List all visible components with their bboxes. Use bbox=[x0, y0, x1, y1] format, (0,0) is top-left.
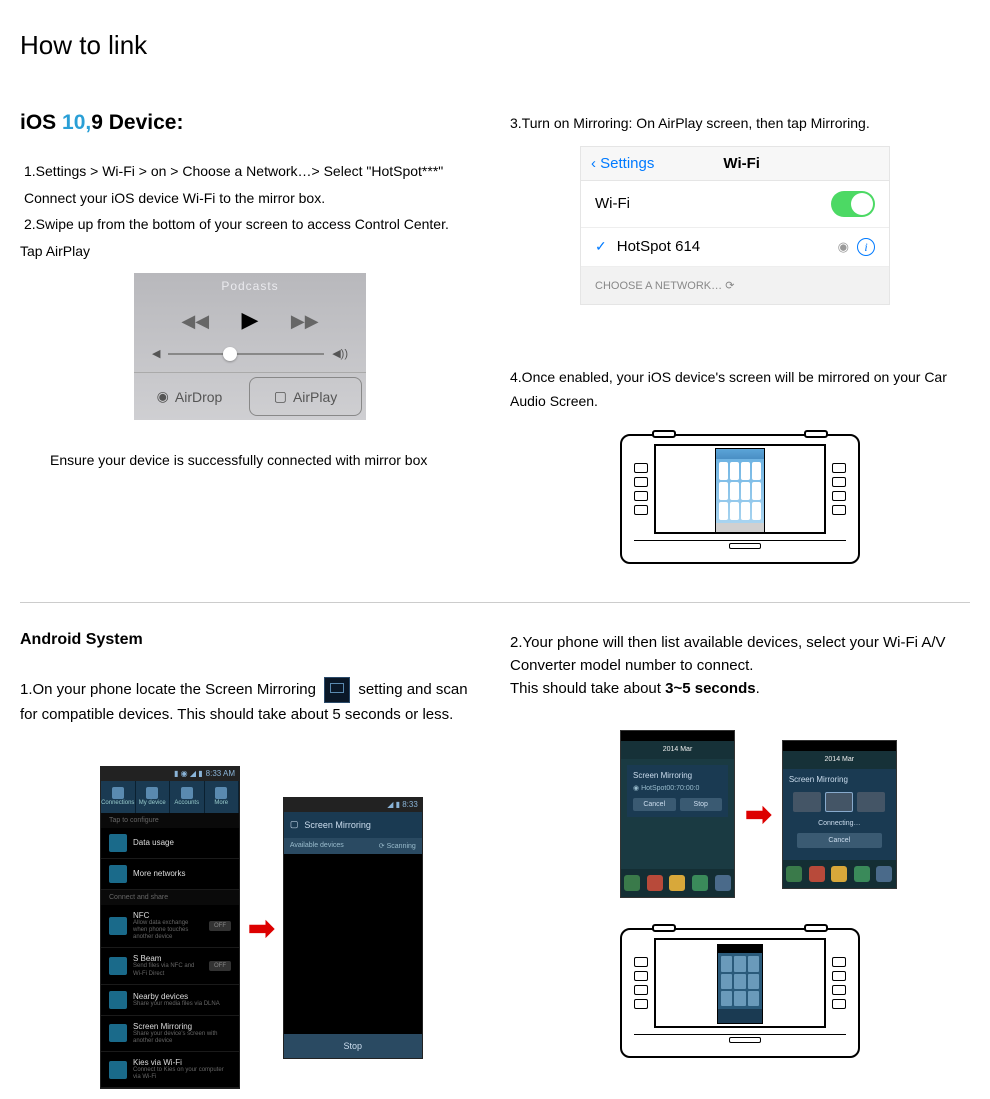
car-audio-unit-android bbox=[620, 928, 860, 1058]
volume-low-icon: ◀ bbox=[152, 347, 160, 360]
list-item: Data usage bbox=[101, 828, 239, 859]
cancel-button[interactable]: Cancel bbox=[797, 833, 882, 848]
car-left-buttons bbox=[634, 463, 648, 515]
car-right-buttons bbox=[832, 463, 846, 515]
airdrop-button[interactable]: ◉AirDrop bbox=[134, 373, 245, 420]
spinner-icon: ⟳ bbox=[725, 280, 734, 292]
wifi-toggle-icon[interactable] bbox=[831, 191, 875, 217]
ios-step-2: 2.Swipe up from the bottom of your scree… bbox=[20, 212, 480, 237]
stop-button[interactable]: Stop bbox=[284, 1034, 422, 1058]
android-home-screenshot-2: 2014 Mar Screen Mirroring Connecting… Ca… bbox=[782, 740, 897, 889]
check-icon: ✓ bbox=[595, 238, 607, 255]
choose-network-label: CHOOSE A NETWORK… ⟳ bbox=[581, 267, 889, 304]
ios-step-2b: Tap AirPlay bbox=[20, 239, 480, 264]
wifi-signal-icon: ◉ bbox=[838, 239, 849, 255]
list-item: More networks bbox=[101, 859, 239, 890]
info-icon[interactable]: i bbox=[857, 238, 875, 256]
volume-slider[interactable]: ◀ ◀)) bbox=[134, 333, 366, 372]
android-step-1: 1.On your phone locate the Screen Mirror… bbox=[20, 677, 480, 726]
mirrored-android-screen bbox=[717, 944, 763, 1024]
airdrop-icon: ◉ bbox=[157, 388, 169, 405]
wifi-toggle-row[interactable]: Wi-Fi bbox=[581, 181, 889, 228]
android-home-screenshot-1: 2014 Mar Screen Mirroring ◉ HotSpot00:70… bbox=[620, 730, 735, 898]
wifi-header-title: Wi-Fi bbox=[604, 155, 879, 172]
wifi-network-row[interactable]: ✓ HotSpot 614 ◉ i bbox=[581, 228, 889, 267]
play-icon[interactable]: ▶ bbox=[242, 307, 259, 333]
list-item: Nearby devicesShare your media files via… bbox=[101, 985, 239, 1016]
settings-tabs: Connections My device Accounts More bbox=[101, 781, 239, 813]
car-audio-unit bbox=[620, 434, 860, 564]
page-title: How to link bbox=[20, 30, 970, 61]
airplay-icon: ▢ bbox=[274, 388, 287, 405]
android-mirroring-screenshot: ◢ ▮ 8:33 ▢Screen Mirroring Available dev… bbox=[283, 797, 423, 1059]
android-step-2b: This should take about 3~5 seconds. bbox=[510, 677, 970, 700]
ios-heading: iOS 10,9 Device: bbox=[20, 111, 480, 135]
ios-step-4: 4.Once enabled, your iOS device's screen… bbox=[510, 365, 970, 414]
arrow-icon: ➡ bbox=[248, 909, 275, 947]
ios-step-1: 1.Settings > Wi-Fi > on > Choose a Netwo… bbox=[20, 159, 480, 184]
android-heading: Android System bbox=[20, 631, 480, 649]
section-divider bbox=[20, 602, 970, 603]
stop-button[interactable]: Stop bbox=[680, 798, 723, 811]
screen-mirroring-icon bbox=[324, 677, 350, 703]
android-step-2: 2.Your phone will then list available de… bbox=[510, 631, 970, 678]
list-item: NFCAllow data exchange when phone touche… bbox=[101, 905, 239, 949]
ios-wifi-panel: ‹ Settings Wi-Fi Wi-Fi ✓ HotSpot 614 ◉ i… bbox=[580, 146, 890, 305]
rewind-icon[interactable]: ◀◀ bbox=[181, 311, 209, 332]
ios-ensure-text: Ensure your device is successfully conne… bbox=[20, 448, 480, 473]
volume-high-icon: ◀)) bbox=[332, 347, 348, 360]
list-item: Kies via Wi-FiConnect to Kies on your co… bbox=[101, 1052, 239, 1088]
airplay-button[interactable]: ▢AirPlay bbox=[249, 377, 362, 416]
ios-step-3: 3.Turn on Mirroring: On AirPlay screen, … bbox=[510, 111, 970, 136]
android-settings-screenshot: ▮ ◉ ◢ ▮8:33 AM Connections My device Acc… bbox=[100, 766, 240, 1090]
mirrored-ios-screen bbox=[715, 448, 765, 532]
podcasts-label: Podcasts bbox=[134, 279, 366, 293]
car-screen bbox=[654, 444, 826, 534]
list-item: Screen MirroringShare your device's scre… bbox=[101, 1016, 239, 1052]
cancel-button[interactable]: Cancel bbox=[633, 798, 676, 811]
status-icons: ▮ ◉ ◢ ▮ bbox=[174, 769, 203, 778]
list-item: S BeamSend files via NFC and Wi-Fi Direc… bbox=[101, 948, 239, 984]
control-center: Podcasts ◀◀ ▶ ▶▶ ◀ ◀)) ◉AirDrop ▢AirPlay bbox=[134, 273, 366, 420]
ios-step-1b: Connect your iOS device Wi-Fi to the mir… bbox=[20, 186, 480, 211]
arrow-icon: ➡ bbox=[745, 795, 772, 833]
mirroring-overlay: Screen Mirroring ◉ HotSpot00:70:00:0 Can… bbox=[627, 765, 728, 817]
cast-icon: ▢ bbox=[290, 819, 299, 830]
forward-icon[interactable]: ▶▶ bbox=[291, 311, 319, 332]
